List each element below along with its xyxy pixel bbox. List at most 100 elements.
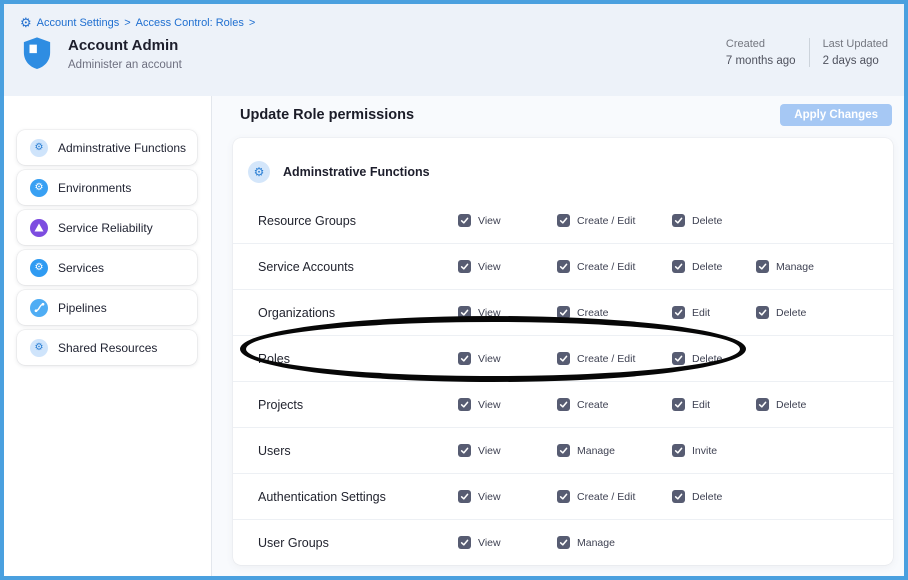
meta-divider <box>809 38 810 67</box>
apply-changes-button[interactable]: Apply Changes <box>780 104 892 126</box>
srm-triangle-icon <box>30 219 48 237</box>
checkbox-checked-icon[interactable] <box>458 306 471 319</box>
sidebar-item-shared-resources[interactable]: ⚙Shared Resources <box>17 330 197 365</box>
checkbox-checked-icon[interactable] <box>557 398 570 411</box>
account-admin-page: ⚙ Account Settings > Access Control: Rol… <box>0 0 908 580</box>
checkbox-checked-icon[interactable] <box>756 260 769 273</box>
breadcrumb-separator: > <box>124 17 130 29</box>
page-header: ⚙ Account Settings > Access Control: Rol… <box>4 4 904 96</box>
permission-row-label: Organizations <box>258 306 458 320</box>
update-role-permissions-title: Update Role permissions <box>240 107 414 123</box>
breadcrumb: ⚙ Account Settings > Access Control: Rol… <box>20 16 888 29</box>
permission-label: Create / Edit <box>577 261 635 273</box>
permission-toggle-organizations-delete[interactable]: Delete <box>756 306 893 319</box>
permission-toggle-user-groups-view[interactable]: View <box>458 536 557 549</box>
breadcrumb-link-account-settings[interactable]: Account Settings <box>37 17 120 29</box>
settings-gear-icon: ⚙ <box>20 16 32 29</box>
permission-toggle-service-accounts-create-edit[interactable]: Create / Edit <box>557 260 672 273</box>
permission-label: Edit <box>692 307 710 319</box>
permission-toggle-resource-groups-view[interactable]: View <box>458 214 557 227</box>
checkbox-checked-icon[interactable] <box>672 490 685 503</box>
permission-toggle-resource-groups-create-edit[interactable]: Create / Edit <box>557 214 672 227</box>
permission-toggle-organizations-create[interactable]: Create <box>557 306 672 319</box>
permission-row-users: Users View Manage Invite <box>233 428 893 474</box>
permission-toggle-resource-groups-delete[interactable]: Delete <box>672 214 756 227</box>
checkbox-checked-icon[interactable] <box>672 214 685 227</box>
permission-label: View <box>478 445 501 457</box>
checkbox-checked-icon[interactable] <box>557 214 570 227</box>
gear-icon: ⚙ <box>30 339 48 357</box>
permission-toggle-organizations-edit[interactable]: Edit <box>672 306 756 319</box>
permission-toggle-service-accounts-view[interactable]: View <box>458 260 557 273</box>
permission-row-user-groups: User GroupsView Manage <box>233 520 893 565</box>
checkbox-checked-icon[interactable] <box>756 306 769 319</box>
permission-toggle-users-view[interactable]: View <box>458 444 557 457</box>
permission-label: View <box>478 399 501 411</box>
permission-toggle-user-groups-manage[interactable]: Manage <box>557 536 672 549</box>
permission-toggle-users-manage[interactable]: Manage <box>557 444 672 457</box>
permission-toggle-authentication-settings-create-edit[interactable]: Create / Edit <box>557 490 672 503</box>
checkbox-checked-icon[interactable] <box>458 536 471 549</box>
created-block: Created 7 months ago <box>726 38 796 67</box>
permission-toggle-service-accounts-manage[interactable]: Manage <box>756 260 893 273</box>
checkbox-checked-icon[interactable] <box>672 306 685 319</box>
checkbox-checked-icon[interactable] <box>672 398 685 411</box>
gear-icon: ⚙ <box>30 179 48 197</box>
permission-toggle-projects-delete[interactable]: Delete <box>756 398 893 411</box>
permission-toggle-projects-create[interactable]: Create <box>557 398 672 411</box>
permission-toggle-roles-view[interactable]: View <box>458 352 557 365</box>
permission-row-roles: RolesViewCreate / EditDelete <box>233 336 893 382</box>
permission-toggle-roles-delete[interactable]: Delete <box>672 352 756 365</box>
shield-icon <box>22 36 52 75</box>
checkbox-checked-icon[interactable] <box>458 444 471 457</box>
permission-toggle-roles-create-edit[interactable]: Create / Edit <box>557 352 672 365</box>
permission-toggle-users-invite[interactable]: Invite <box>672 444 756 457</box>
checkbox-checked-icon[interactable] <box>557 444 570 457</box>
permission-label: Manage <box>577 537 615 549</box>
checkbox-checked-icon[interactable] <box>557 490 570 503</box>
permission-row-label: Authentication Settings <box>258 490 458 504</box>
checkbox-checked-icon[interactable] <box>458 490 471 503</box>
permission-label: Delete <box>692 215 722 227</box>
checkbox-checked-icon[interactable] <box>672 352 685 365</box>
permission-row-label: User Groups <box>258 536 458 550</box>
last-updated-value: 2 days ago <box>823 55 888 67</box>
permission-label: Delete <box>692 491 722 503</box>
resource-category-sidebar: ⚙Adminstrative Functions⚙EnvironmentsSer… <box>4 96 212 576</box>
permission-row-label: Projects <box>258 398 458 412</box>
checkbox-checked-icon[interactable] <box>458 352 471 365</box>
sidebar-item-label: Pipelines <box>58 301 107 315</box>
sidebar-item-environments[interactable]: ⚙Environments <box>17 170 197 205</box>
breadcrumb-link-access-control-roles[interactable]: Access Control: Roles <box>136 17 244 29</box>
permission-row-label: Service Accounts <box>258 260 458 274</box>
checkbox-checked-icon[interactable] <box>458 214 471 227</box>
permission-label: Delete <box>776 399 806 411</box>
checkbox-checked-icon[interactable] <box>756 398 769 411</box>
checkbox-checked-icon[interactable] <box>557 260 570 273</box>
permission-toggle-organizations-view[interactable]: View <box>458 306 557 319</box>
gear-icon: ⚙ <box>248 161 270 183</box>
permission-row-label: Users <box>258 444 458 458</box>
permission-toggle-projects-view[interactable]: View <box>458 398 557 411</box>
permission-toggle-authentication-settings-delete[interactable]: Delete <box>672 490 756 503</box>
permission-toggle-projects-edit[interactable]: Edit <box>672 398 756 411</box>
checkbox-checked-icon[interactable] <box>458 260 471 273</box>
sidebar-item-adminstrative-functions[interactable]: ⚙Adminstrative Functions <box>17 130 197 165</box>
sidebar-item-label: Service Reliability <box>58 221 153 235</box>
checkbox-checked-icon[interactable] <box>557 536 570 549</box>
sidebar-item-service-reliability[interactable]: Service Reliability <box>17 210 197 245</box>
permission-toggle-authentication-settings-view[interactable]: View <box>458 490 557 503</box>
sidebar-item-label: Adminstrative Functions <box>58 141 186 155</box>
permission-toggle-service-accounts-delete[interactable]: Delete <box>672 260 756 273</box>
checkbox-checked-icon[interactable] <box>458 398 471 411</box>
checkbox-checked-icon[interactable] <box>557 352 570 365</box>
permission-row-authentication-settings: Authentication SettingsViewCreate / Edit… <box>233 474 893 520</box>
page-title: Account Admin <box>68 37 182 54</box>
checkbox-checked-icon[interactable] <box>672 260 685 273</box>
checkbox-checked-icon[interactable] <box>672 444 685 457</box>
sidebar-item-services[interactable]: ⚙Services <box>17 250 197 285</box>
checkbox-checked-icon[interactable] <box>557 306 570 319</box>
sidebar-item-pipelines[interactable]: Pipelines <box>17 290 197 325</box>
gear-icon: ⚙ <box>30 259 48 277</box>
permission-label: Invite <box>692 445 717 457</box>
